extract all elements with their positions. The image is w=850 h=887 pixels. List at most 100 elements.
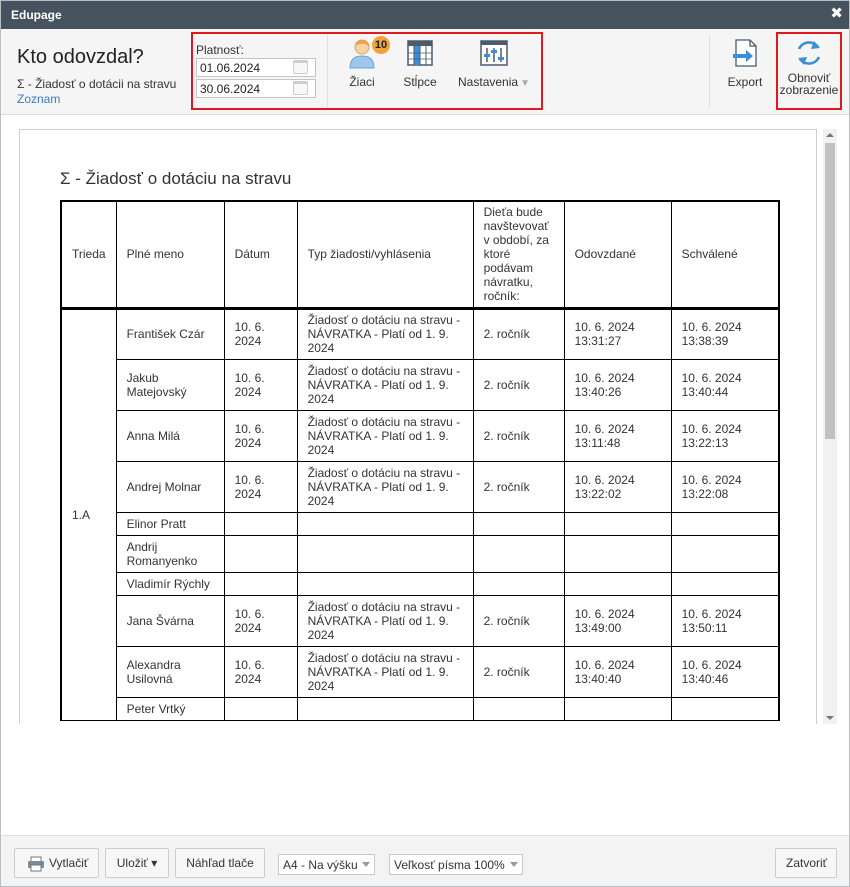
print-button[interactable]: Vytlačiť	[14, 848, 99, 878]
grade-cell: 2. ročník	[472, 307, 565, 360]
toolbar: Kto odovzdal? Σ - Žiadosť o dotácii na s…	[1, 29, 849, 115]
refresh-icon	[797, 41, 821, 65]
date-cell: 10. 6. 2024	[223, 645, 298, 698]
table-row: Jakub Matejovský 10. 6. 2024 Žiadosť o d…	[61, 358, 781, 411]
name-cell: Alexandra Usilovná	[115, 645, 225, 698]
approved-cell	[670, 534, 781, 573]
report-table: Trieda Plné meno Dátum Typ žiadosti/vyhl…	[59, 200, 781, 721]
refresh-button[interactable]: Obnoviť zobrazenie	[777, 37, 841, 96]
type-cell	[296, 511, 474, 536]
approved-cell	[670, 511, 781, 536]
type-cell: Žiadosť o dotáciu na stravu - NÁVRATKA -…	[296, 460, 474, 513]
refresh-label-line2: zobrazenie	[779, 83, 839, 97]
column-header: Odovzdané	[563, 200, 672, 310]
type-cell	[296, 696, 474, 721]
date-cell: 10. 6. 2024	[223, 358, 298, 411]
approved-cell: 10. 6. 2024 13:22:13	[670, 409, 781, 462]
table-row: Jana Švárna 10. 6. 2024 Žiadosť o dotáci…	[61, 594, 781, 647]
grade-cell	[472, 571, 565, 596]
scroll-down-arrow-icon[interactable]	[826, 716, 834, 720]
window-title: Edupage	[11, 8, 62, 22]
scrollbar-thumb[interactable]	[825, 143, 835, 439]
grade-cell: 2. ročník	[472, 460, 565, 513]
submitted-cell: 10. 6. 2024 13:49:00	[563, 594, 672, 647]
page-format-value: A4 - Na výšku	[283, 858, 358, 872]
table-row: Elinor Pratt	[61, 511, 781, 536]
page-title: Kto odovzdal?	[17, 46, 144, 68]
dropdown-arrow-icon	[362, 862, 370, 867]
column-header: Dátum	[223, 200, 298, 310]
columns-button[interactable]: Stĺpce	[400, 37, 440, 89]
date-cell	[223, 534, 298, 573]
table-row: Anna Milá 10. 6. 2024 Žiadosť o dotáciu …	[61, 409, 781, 462]
grade-cell: 2. ročník	[472, 409, 565, 462]
print-label: Vytlačiť	[49, 856, 89, 870]
columns-icon	[407, 40, 433, 66]
name-cell: Jakub Matejovský	[115, 358, 225, 411]
approved-cell: 10. 6. 2024 13:22:08	[670, 460, 781, 513]
vertical-scrollbar[interactable]	[823, 129, 837, 724]
scroll-up-arrow-icon[interactable]	[826, 133, 834, 137]
report-page: Σ - Žiadosť o dotáciu na stravu Trieda P…	[19, 129, 817, 724]
type-cell: Žiadosť o dotáciu na stravu - NÁVRATKA -…	[296, 645, 474, 698]
submitted-cell: 10. 6. 2024 13:40:26	[563, 358, 672, 411]
list-link[interactable]: Zoznam	[17, 92, 60, 106]
submitted-cell: 10. 6. 2024 13:22:02	[563, 460, 672, 513]
date-cell	[223, 571, 298, 596]
submitted-cell	[563, 511, 672, 536]
table-row: Peter Vrtký	[61, 696, 781, 721]
report-title: Σ - Žiadosť o dotáciu na stravu	[60, 169, 292, 188]
grade-cell	[472, 511, 565, 536]
name-cell: Peter Vrtký	[115, 696, 225, 721]
dropdown-arrow-icon	[510, 862, 518, 867]
name-cell: Jana Švárna	[115, 594, 225, 647]
approved-cell	[670, 571, 781, 596]
approved-cell: 10. 6. 2024 13:50:11	[670, 594, 781, 647]
page-subtitle: Σ - Žiadosť o dotácii na stravu	[17, 77, 177, 91]
name-cell: Andrij Romanyenko	[115, 534, 225, 573]
close-button[interactable]: Zatvoriť	[775, 848, 837, 878]
submitted-cell: 10. 6. 2024 13:40:40	[563, 645, 672, 698]
table-row: Vladimír Rýchly	[61, 571, 781, 596]
font-size-select[interactable]: Veľkosť písma 100%	[389, 854, 523, 875]
submitted-cell	[563, 696, 672, 721]
close-icon[interactable]: ✖	[830, 6, 843, 22]
validity-label: Platnosť:	[196, 43, 244, 57]
type-cell: Žiadosť o dotáciu na stravu - NÁVRATKA -…	[296, 358, 474, 411]
grade-cell: 2. ročník	[472, 358, 565, 411]
date-cell	[223, 511, 298, 536]
grade-cell: 2. ročník	[472, 594, 565, 647]
students-count-badge: 10	[372, 36, 390, 54]
export-button[interactable]: Export	[723, 37, 767, 89]
column-header: Plné meno	[115, 200, 225, 310]
submitted-cell	[563, 534, 672, 573]
settings-label: Nastavenia	[458, 75, 519, 89]
submitted-cell: 10. 6. 2024 13:31:27	[563, 307, 672, 360]
calendar-icon[interactable]	[293, 81, 308, 95]
type-cell	[296, 534, 474, 573]
name-cell: Vladimír Rýchly	[115, 571, 225, 596]
approved-cell: 10. 6. 2024 13:40:44	[670, 358, 781, 411]
date-cell: 10. 6. 2024	[223, 460, 298, 513]
date-cell: 10. 6. 2024	[223, 594, 298, 647]
calendar-icon[interactable]	[293, 60, 308, 74]
toolbar-divider	[327, 35, 328, 107]
name-cell: František Czár	[115, 307, 225, 360]
save-button[interactable]: Uložiť ▾	[105, 848, 169, 878]
export-icon	[733, 39, 757, 67]
page-format-select[interactable]: A4 - Na výšku	[278, 854, 375, 875]
dialog-window: Edupage ✖ Kto odovzdal? Σ - Žiadosť o do…	[0, 0, 850, 887]
print-preview-button[interactable]: Náhľad tlače	[175, 848, 265, 878]
students-button[interactable]: 10 Žiaci	[344, 36, 390, 89]
export-label: Export	[727, 75, 763, 89]
approved-cell: 10. 6. 2024 13:38:39	[670, 307, 781, 360]
grade-cell: 2. ročník	[472, 645, 565, 698]
sliders-icon	[480, 40, 508, 66]
caret-down-icon: ▼	[520, 78, 530, 89]
table-row: 1.A František Czár 10. 6. 2024 Žiadosť o…	[59, 307, 781, 721]
type-cell: Žiadosť o dotáciu na stravu - NÁVRATKA -…	[296, 409, 474, 462]
grade-cell	[472, 696, 565, 721]
submitted-cell	[563, 571, 672, 596]
settings-button[interactable]: Nastavenia ▼	[453, 37, 535, 89]
grade-cell	[472, 534, 565, 573]
